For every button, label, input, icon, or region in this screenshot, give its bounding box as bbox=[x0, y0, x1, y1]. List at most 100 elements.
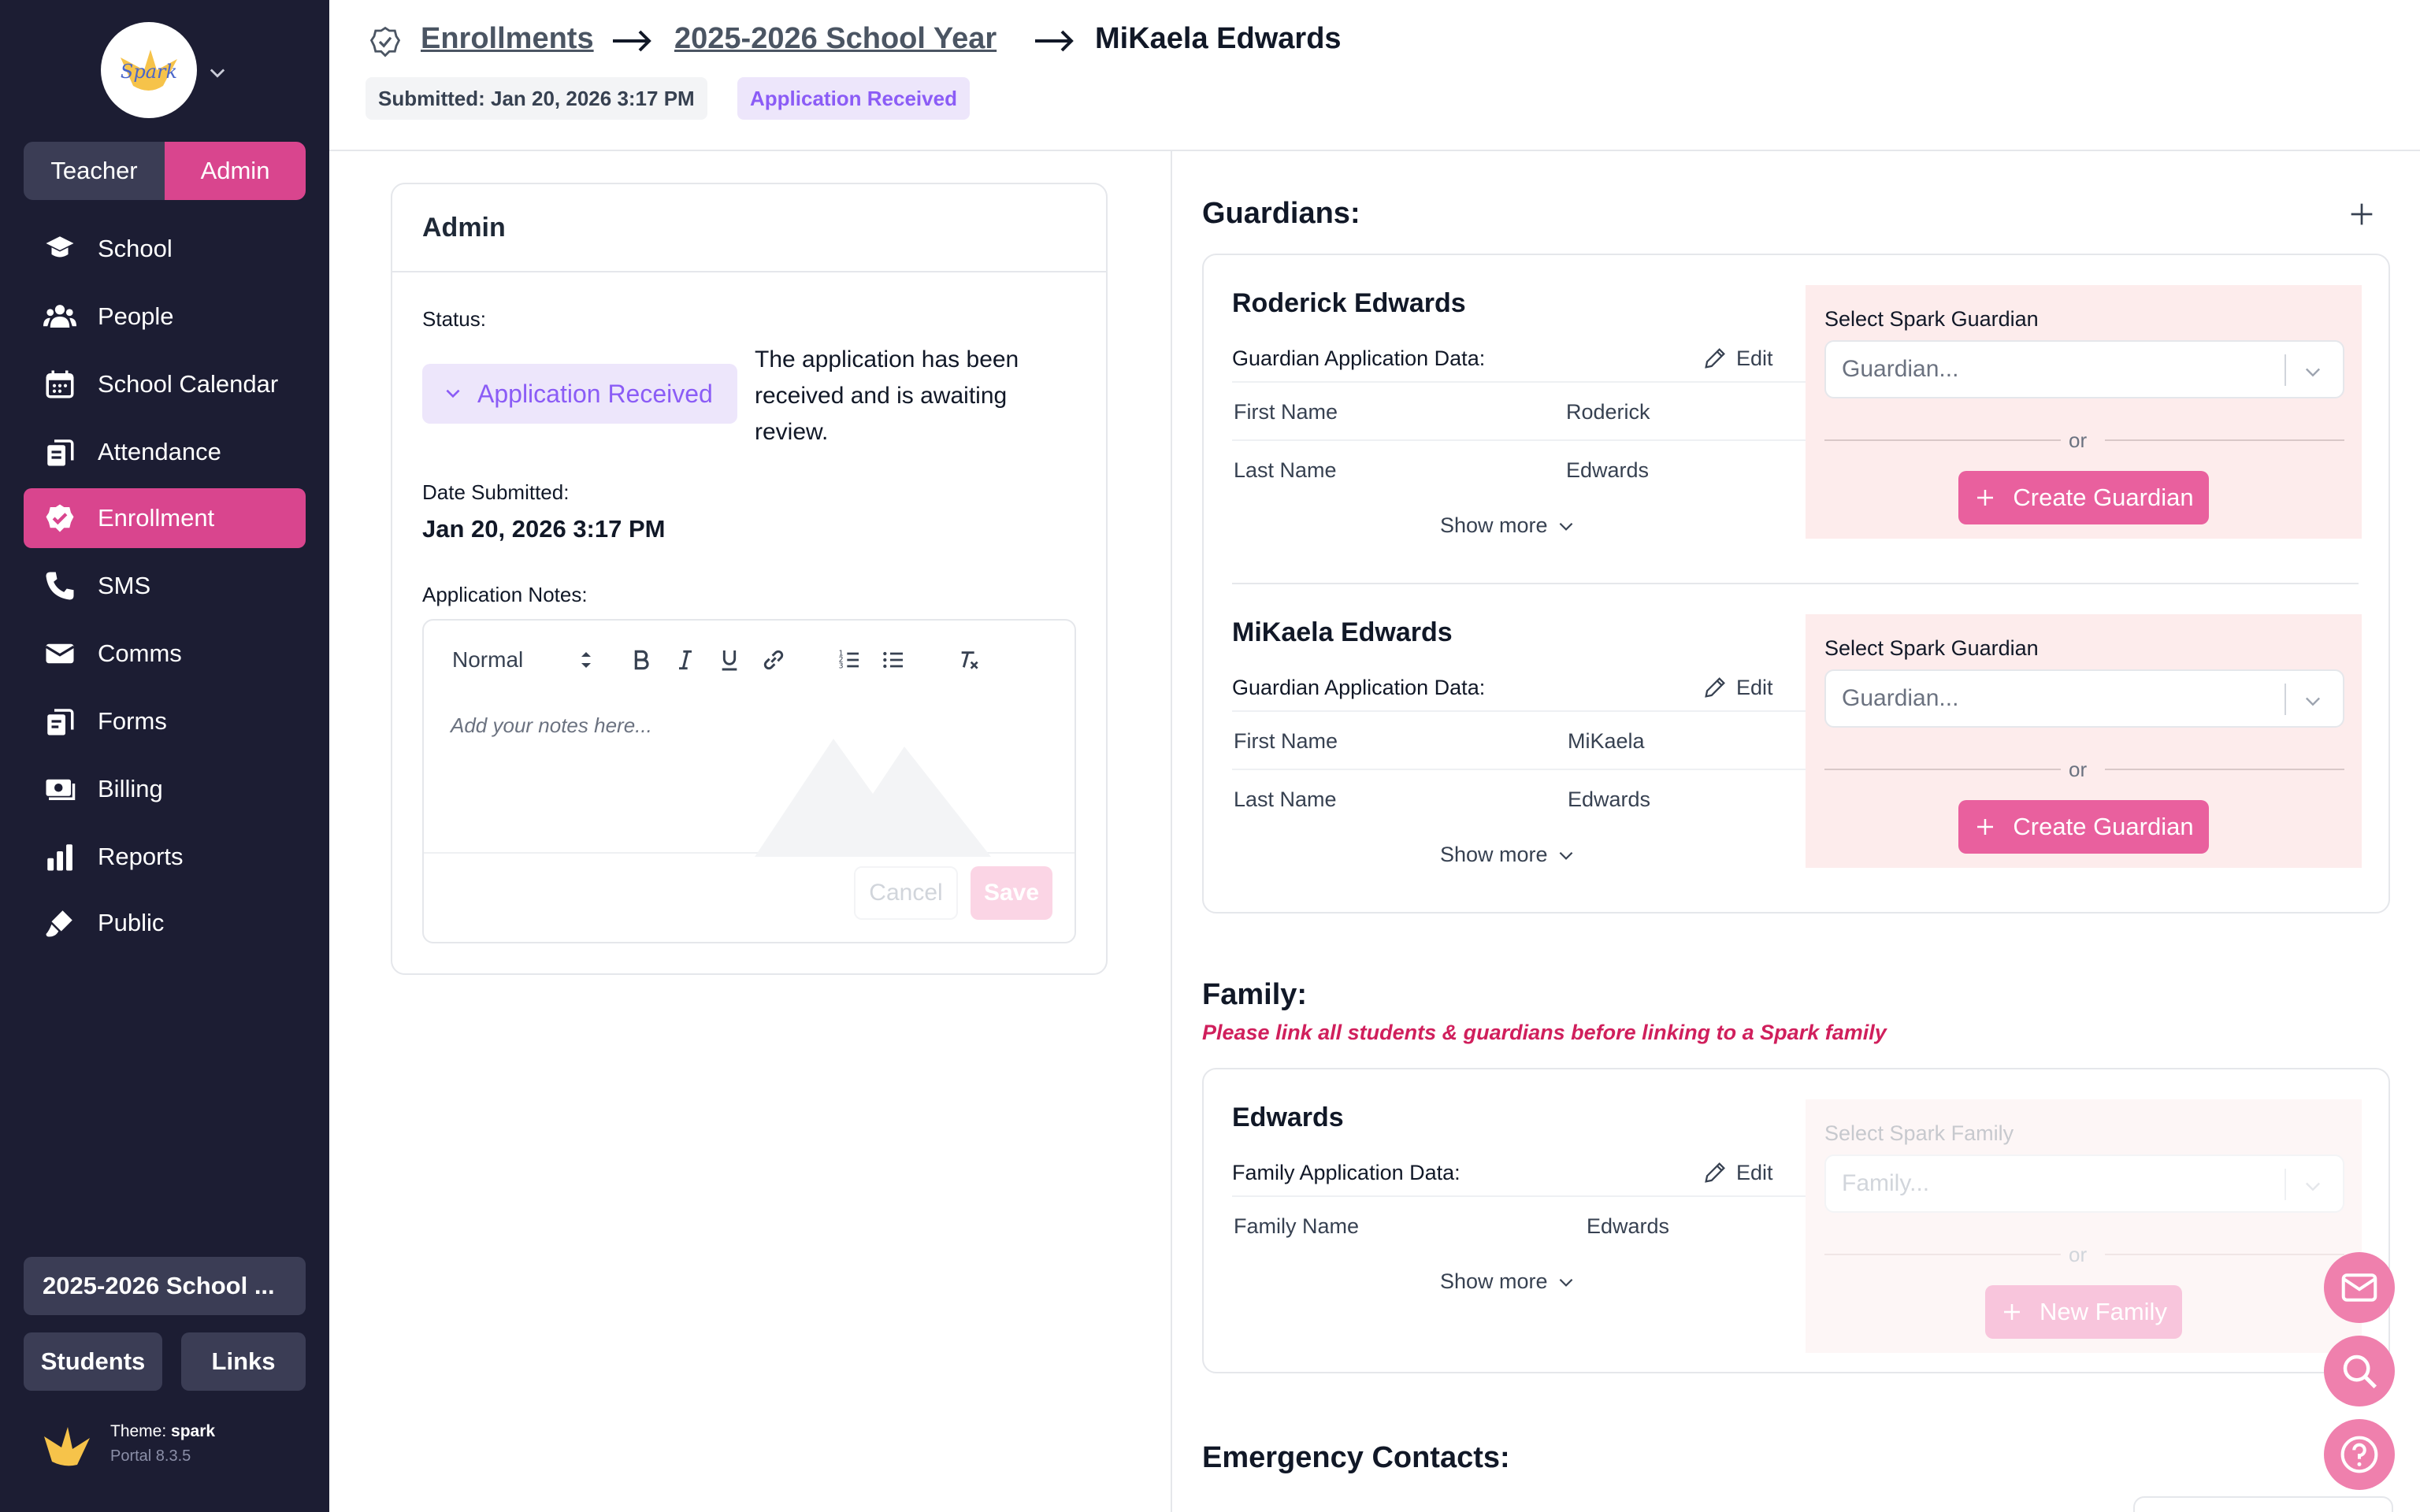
sidebar-item-school[interactable]: School bbox=[24, 219, 306, 279]
up-down-icon bbox=[581, 652, 591, 668]
sidebar-item-billing[interactable]: Billing bbox=[24, 759, 306, 819]
status-dropdown[interactable]: Application Received bbox=[422, 364, 737, 424]
ordered-list-button[interactable]: 123 bbox=[833, 644, 865, 676]
edit-label: Edit bbox=[1736, 675, 1773, 699]
plus-icon bbox=[1977, 819, 1994, 835]
sidebar-item-label: School bbox=[98, 235, 173, 262]
forms-icon bbox=[43, 704, 77, 739]
sidebar-item-label: Enrollment bbox=[98, 504, 215, 532]
chevron-down-icon[interactable] bbox=[206, 61, 228, 83]
sidebar-item-forms[interactable]: Forms bbox=[24, 691, 306, 751]
spark-logo[interactable]: Spark bbox=[101, 22, 197, 118]
brush-icon bbox=[43, 906, 77, 940]
guardian-select-placeholder: Guardian... bbox=[1842, 685, 1959, 711]
create-guardian-button[interactable]: Create Guardian bbox=[1958, 471, 2209, 524]
guardian-select[interactable]: Guardian... bbox=[1824, 340, 2344, 398]
field-key: First Name bbox=[1234, 400, 1338, 424]
date-submitted-label: Date Submitted: bbox=[422, 480, 570, 504]
format-select-value: Normal bbox=[452, 647, 524, 672]
admin-card: Admin Status: Application Received The a… bbox=[391, 183, 1108, 975]
plus-icon bbox=[1977, 490, 1994, 506]
svg-text:Spark: Spark bbox=[121, 61, 177, 83]
pencil-icon bbox=[1705, 677, 1725, 698]
divider bbox=[1232, 583, 2359, 584]
clear-format-button[interactable] bbox=[953, 644, 985, 676]
notes-placeholder: Add your notes here... bbox=[451, 713, 652, 737]
format-select[interactable]: Normal bbox=[452, 647, 594, 673]
divider bbox=[1232, 439, 1817, 441]
chevron-down-icon bbox=[2306, 368, 2320, 377]
attendance-icon bbox=[43, 435, 77, 469]
sidebar-item-sms[interactable]: SMS bbox=[24, 556, 306, 616]
teacher-role-button[interactable]: Teacher bbox=[24, 142, 165, 200]
sidebar-item-attendance[interactable]: Attendance bbox=[24, 422, 306, 482]
underline-button[interactable] bbox=[714, 644, 745, 676]
sidebar-item-label: SMS bbox=[98, 572, 151, 599]
create-guardian-label: Create Guardian bbox=[2013, 484, 2194, 511]
edit-guardian-button[interactable]: Edit bbox=[1702, 674, 1773, 701]
school-icon bbox=[43, 232, 77, 266]
sidebar-item-label: School Calendar bbox=[98, 370, 279, 398]
divider bbox=[2285, 354, 2286, 386]
divider bbox=[1824, 439, 2061, 441]
field-key: Last Name bbox=[1234, 788, 1337, 811]
sidebar-item-label: Forms bbox=[98, 707, 167, 735]
spark-logo-icon: Spark bbox=[113, 34, 185, 106]
sidebar-item-school-calendar[interactable]: School Calendar bbox=[24, 354, 306, 414]
admin-role-button[interactable]: Admin bbox=[165, 142, 306, 200]
sidebar-item-enrollment[interactable]: Enrollment bbox=[24, 488, 306, 548]
show-more-label: Show more bbox=[1440, 1269, 1548, 1293]
create-guardian-button[interactable]: Create Guardian bbox=[1958, 800, 2209, 854]
guardian-name: MiKaela Edwards bbox=[1232, 617, 1453, 647]
divider bbox=[2285, 684, 2286, 715]
sidebar-item-comms[interactable]: Comms bbox=[24, 624, 306, 684]
sidebar-item-reports[interactable]: Reports bbox=[24, 827, 306, 887]
breadcrumb-enrollments[interactable]: Enrollments bbox=[421, 22, 594, 56]
students-button[interactable]: Students bbox=[24, 1332, 162, 1391]
field-value: Roderick bbox=[1566, 400, 1650, 424]
breadcrumb-school-year[interactable]: 2025-2026 School Year bbox=[674, 22, 997, 56]
cancel-button[interactable]: Cancel bbox=[854, 866, 958, 920]
edit-family-button[interactable]: Edit bbox=[1702, 1159, 1773, 1186]
sidebar-item-people[interactable]: People bbox=[24, 287, 306, 346]
search-icon bbox=[2343, 1354, 2377, 1389]
italic-button[interactable] bbox=[670, 644, 701, 676]
divider bbox=[392, 271, 1106, 272]
guardians-title: Guardians: bbox=[1202, 197, 1360, 230]
show-more-button[interactable]: Show more bbox=[1440, 843, 1576, 867]
emergency-contacts-title: Emergency Contacts: bbox=[1202, 1441, 1510, 1474]
bullet-list-button[interactable] bbox=[878, 644, 909, 676]
search-button[interactable] bbox=[2324, 1336, 2395, 1406]
bold-button[interactable] bbox=[625, 644, 657, 676]
add-guardian-icon[interactable] bbox=[2346, 198, 2377, 230]
field-key: Family Name bbox=[1234, 1214, 1360, 1238]
portal-version: Portal 8.3.5 bbox=[110, 1447, 191, 1465]
select-guardian-label: Select Spark Guardian bbox=[1824, 307, 2039, 331]
family-name: Edwards bbox=[1232, 1102, 1344, 1132]
select-family-label: Select Spark Family bbox=[1824, 1121, 2014, 1145]
message-button[interactable] bbox=[2324, 1252, 2395, 1323]
underline-icon bbox=[722, 650, 737, 671]
links-button[interactable]: Links bbox=[181, 1332, 306, 1391]
show-more-button[interactable]: Show more bbox=[1440, 513, 1576, 538]
family-select[interactable]: Family... bbox=[1824, 1154, 2344, 1213]
envelope-icon bbox=[43, 636, 77, 671]
school-year-button[interactable]: 2025-2026 School ... bbox=[24, 1257, 306, 1315]
sidebar-item-public[interactable]: Public bbox=[24, 893, 306, 953]
save-button[interactable]: Save bbox=[971, 866, 1052, 920]
guardian-data-label: Guardian Application Data: bbox=[1232, 346, 1486, 370]
application-notes-label: Application Notes: bbox=[422, 583, 588, 606]
link-button[interactable] bbox=[758, 644, 789, 676]
new-family-button[interactable]: New Family bbox=[1985, 1285, 2182, 1339]
link-icon bbox=[763, 650, 784, 670]
divider bbox=[1232, 1195, 1817, 1197]
help-button[interactable] bbox=[2324, 1419, 2395, 1490]
status-label: Status: bbox=[422, 307, 486, 331]
notes-textarea[interactable]: Add your notes here... bbox=[424, 699, 1075, 857]
edit-guardian-button[interactable]: Edit bbox=[1702, 345, 1773, 372]
divider bbox=[2105, 1254, 2344, 1255]
family-warning: Please link all students & guardians bef… bbox=[1202, 1021, 1887, 1044]
guardian-select[interactable]: Guardian... bbox=[1824, 669, 2344, 728]
guardian-data-label: Guardian Application Data: bbox=[1232, 676, 1486, 699]
show-more-button[interactable]: Show more bbox=[1440, 1269, 1576, 1294]
